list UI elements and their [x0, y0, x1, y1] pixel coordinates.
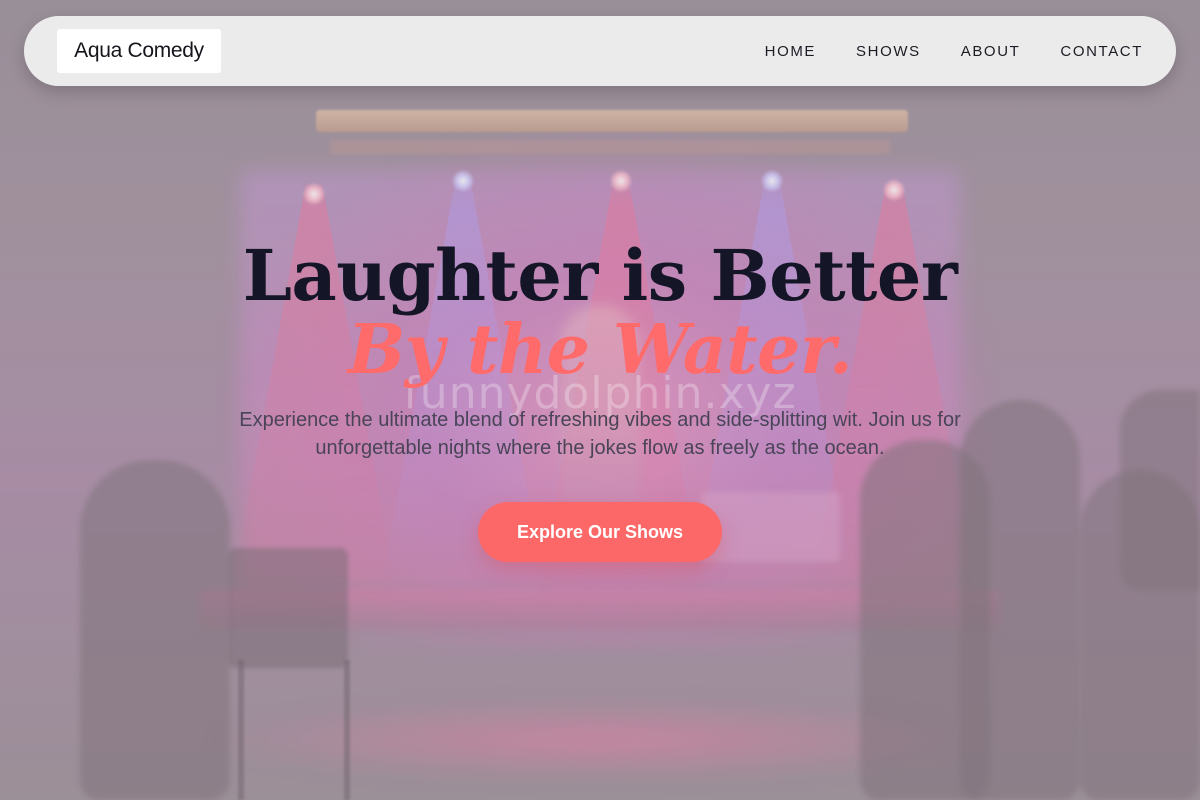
- explore-shows-button[interactable]: Explore Our Shows: [478, 502, 722, 562]
- hero-subtext: Experience the ultimate blend of refresh…: [239, 409, 961, 459]
- hero-headline: Laughter is Better: [242, 234, 958, 317]
- hero-headline-accent: By the Water.: [347, 310, 853, 390]
- hero-section: funnydolphin.xyz Laughter is Better By t…: [0, 0, 1200, 800]
